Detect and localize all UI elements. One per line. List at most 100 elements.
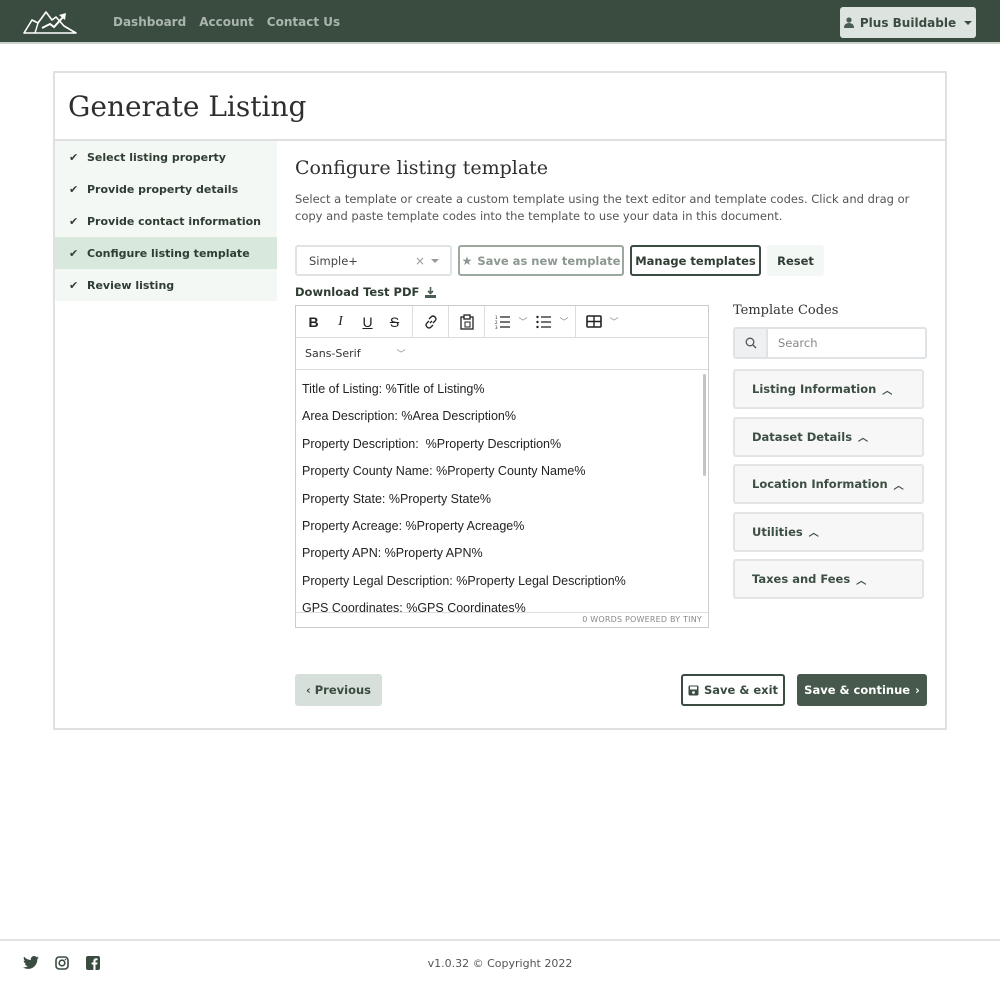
accordion-label: Location Information — [752, 477, 888, 491]
save-continue-label: Save & continue — [804, 683, 911, 697]
chevron-up-icon: ︿ — [808, 528, 819, 539]
font-family-value: Sans-Serif — [305, 347, 361, 360]
editor-line: Property Legal Description: %Property Le… — [302, 573, 626, 588]
check-icon: ✔ — [69, 150, 79, 164]
accordion-partial[interactable] — [733, 606, 924, 607]
floppy-disk-icon — [688, 685, 699, 695]
chevron-down-icon[interactable]: ﹀ — [557, 309, 571, 335]
bullet-list-icon[interactable] — [530, 309, 557, 335]
user-menu-button[interactable]: Plus Buildable — [840, 7, 976, 38]
font-family-select[interactable]: Sans-Serif ﹀ — [296, 338, 708, 370]
manage-templates-button[interactable]: Manage templates — [630, 245, 761, 276]
editor-line: Title of Listing: %Title of Listing% — [302, 382, 485, 396]
editor-line: Property State: %Property State% — [302, 491, 491, 506]
listing-card: Generate Listing ✔ Select listing propert… — [53, 71, 947, 730]
numbered-list-icon[interactable]: 123 — [489, 309, 516, 335]
previous-label: Previous — [314, 683, 372, 697]
editor-line: Property Description: %Property Descript… — [302, 436, 562, 451]
accordion-utilities[interactable]: Utilities ︿ — [733, 511, 924, 552]
accordion-label: Dataset Details — [752, 429, 853, 444]
caret-down-icon — [964, 20, 973, 25]
dropdown-arrow-icon[interactable] — [431, 259, 439, 263]
check-icon: ✔ — [69, 182, 79, 196]
step-label: Select listing property — [87, 150, 226, 164]
user-name: Plus Buildable — [859, 15, 957, 30]
chevron-down-icon[interactable]: ﹀ — [516, 309, 530, 335]
section-description: Select a template or create a custom tem… — [295, 192, 910, 223]
table-icon[interactable] — [580, 309, 607, 335]
editor-line: Property Acreage: %Property Acreage% — [302, 518, 525, 533]
strikethrough-icon[interactable]: S — [381, 309, 408, 335]
chevron-left-icon: ‹ — [305, 683, 311, 697]
step-review-listing[interactable]: ✔ Review listing — [55, 269, 277, 301]
check-icon: ✔ — [69, 246, 79, 260]
nav-contact-us[interactable]: Contact Us — [267, 15, 340, 29]
step-configure-listing-template[interactable]: ✔ Configure listing template — [55, 237, 277, 269]
step-label: Provide contact information — [87, 214, 262, 228]
link-icon[interactable] — [417, 309, 444, 335]
download-test-pdf-link[interactable]: Download Test PDF — [295, 285, 437, 299]
star-icon: ★ — [461, 253, 473, 268]
accordion-listing-information[interactable]: Listing Information ︿ — [733, 369, 924, 409]
card-header: Generate Listing — [55, 73, 945, 141]
accordion-taxes-and-fees[interactable]: Taxes and Fees ︿ — [733, 559, 924, 599]
accordion-label: Utilities — [752, 524, 803, 539]
underline-icon[interactable]: U — [354, 309, 381, 335]
step-label: Configure listing template — [87, 246, 250, 260]
save-continue-button[interactable]: Save & continue › — [797, 674, 927, 706]
main-content: Configure listing template Select a temp… — [295, 157, 935, 706]
editor-toolbar: B I U S 123 ﹀ ﹀ ﹀ — [296, 305, 708, 338]
svg-text:3: 3 — [495, 325, 498, 329]
paste-icon[interactable] — [453, 309, 480, 335]
clear-icon[interactable]: × — [415, 254, 425, 268]
chevron-up-icon: ︿ — [858, 433, 869, 444]
nav-dashboard[interactable]: Dashboard — [113, 15, 186, 29]
save-exit-label: Save & exit — [703, 683, 779, 697]
page-title: Generate Listing — [68, 89, 307, 123]
step-label: Review listing — [87, 278, 175, 292]
step-provide-property-details[interactable]: ✔ Provide property details — [55, 173, 277, 205]
reset-button[interactable]: Reset — [767, 245, 824, 276]
editor-line: Property APN: %Property APN% — [302, 546, 483, 561]
step-provide-contact-information[interactable]: ✔ Provide contact information — [55, 205, 277, 237]
rich-text-editor: B I U S 123 ﹀ ﹀ ﹀ Sans-Serif ﹀ Title of … — [295, 305, 709, 628]
chevron-up-icon: ︿ — [893, 480, 904, 492]
section-title: Configure listing template — [295, 157, 549, 179]
chevron-down-icon: ﹀ — [396, 350, 406, 360]
save-new-label: Save as new template — [477, 253, 621, 268]
top-navbar: Dashboard Account Contact Us Plus Builda… — [0, 0, 1000, 44]
chevron-down-icon[interactable]: ﹀ — [607, 309, 621, 335]
previous-button[interactable]: ‹ Previous — [295, 674, 382, 706]
search-icon — [735, 329, 768, 357]
accordion-location-information[interactable]: Location Information ︿ — [733, 464, 924, 504]
template-select-value: Simple+ — [309, 253, 358, 268]
user-icon — [843, 17, 854, 28]
template-codes-list[interactable]: Listing Information ︿ Dataset Details ︿ Lo… — [733, 369, 933, 607]
download-label: Download Test PDF — [295, 285, 420, 299]
accordion-label: Listing Information — [752, 382, 877, 396]
chevron-up-icon: ︿ — [882, 385, 893, 397]
accordion-dataset-details[interactable]: Dataset Details ︿ — [733, 416, 924, 457]
bold-icon[interactable]: B — [300, 309, 327, 335]
search-input[interactable] — [768, 329, 925, 357]
template-codes-title: Template Codes — [733, 303, 839, 318]
italic-icon[interactable]: I — [327, 309, 354, 335]
editor-line: Area Description: %Area Description% — [302, 409, 516, 424]
editor-content[interactable]: Title of Listing: %Title of Listing% Are… — [296, 371, 708, 614]
editor-scrollbar[interactable] — [703, 374, 706, 476]
editor-line: Property County Name: %Property County N… — [302, 464, 586, 479]
step-select-listing-property[interactable]: ✔ Select listing property — [55, 141, 277, 173]
chevron-up-icon: ︿ — [856, 575, 867, 587]
steps-sidebar: ✔ Select listing property ✔ Provide proper… — [55, 141, 277, 301]
accordion-label: Taxes and Fees — [752, 572, 851, 586]
save-as-new-template-button[interactable]: ★ Save as new template — [458, 245, 624, 276]
mountain-logo-icon[interactable] — [22, 6, 78, 36]
footer: v1.0.32 © Copyright 2022 — [0, 939, 1000, 992]
wizard-nav: ‹ Previous Save & exit Save & continue › — [295, 674, 927, 706]
save-exit-button[interactable]: Save & exit — [681, 674, 785, 706]
download-icon — [425, 286, 437, 298]
copyright-text: v1.0.32 © Copyright 2022 — [427, 957, 573, 970]
nav-account[interactable]: Account — [199, 15, 254, 29]
chevron-right-icon: › — [915, 683, 920, 697]
template-select[interactable]: Simple+ × — [295, 245, 452, 276]
